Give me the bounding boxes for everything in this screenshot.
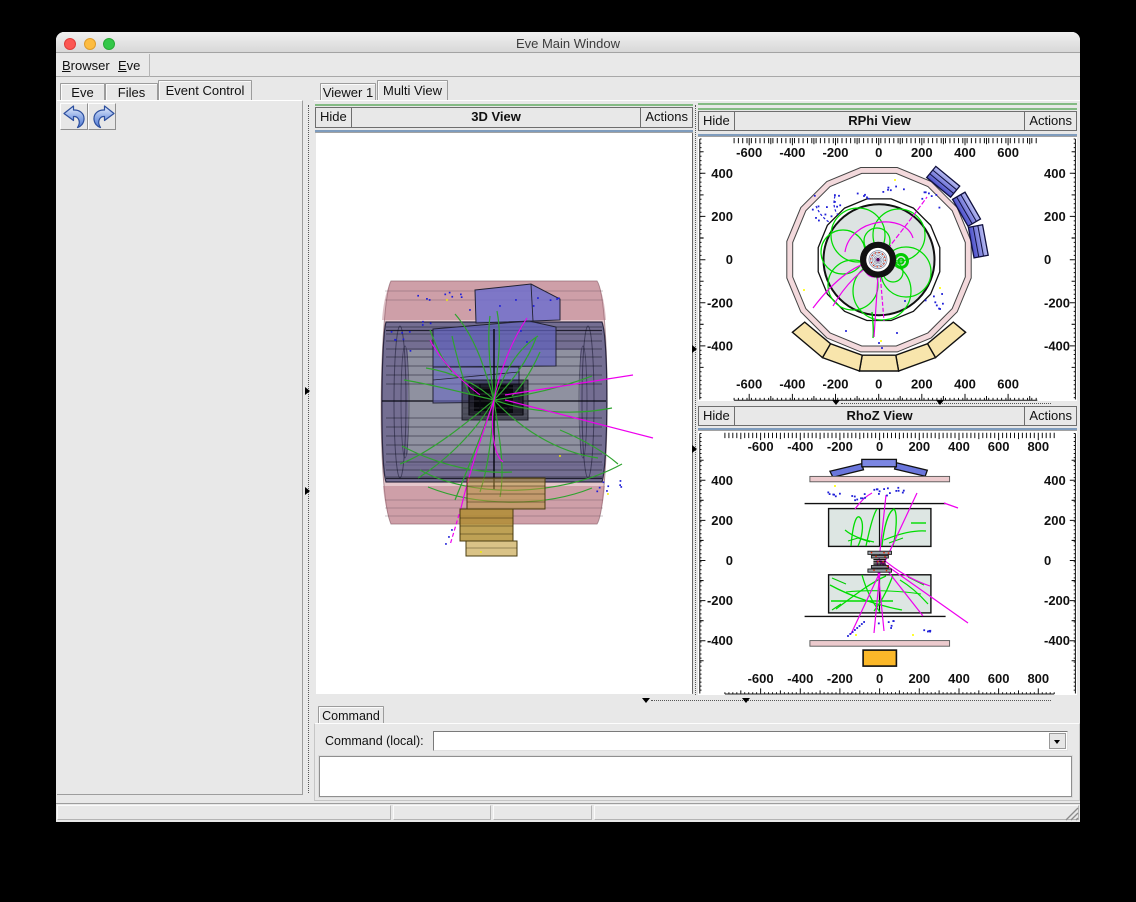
svg-text:-600: -600	[748, 439, 774, 454]
svg-text:600: 600	[997, 377, 1019, 392]
svg-text:-400: -400	[1044, 633, 1070, 648]
svg-text:-200: -200	[827, 671, 853, 686]
svg-text:-400: -400	[787, 439, 813, 454]
svg-text:-400: -400	[787, 671, 813, 686]
svg-text:-200: -200	[1044, 593, 1070, 608]
svg-text:-600: -600	[736, 377, 762, 392]
svg-text:-200: -200	[827, 439, 853, 454]
svg-text:-200: -200	[707, 593, 733, 608]
svg-text:-200: -200	[707, 295, 733, 310]
svg-text:0: 0	[726, 553, 733, 568]
svg-text:-400: -400	[779, 377, 805, 392]
svg-text:600: 600	[988, 671, 1010, 686]
svg-text:200: 200	[1044, 209, 1066, 224]
svg-text:400: 400	[948, 439, 970, 454]
svg-text:0: 0	[876, 671, 883, 686]
svg-text:0: 0	[876, 439, 883, 454]
svg-text:-600: -600	[748, 671, 774, 686]
svg-text:400: 400	[1044, 473, 1066, 488]
svg-text:400: 400	[1044, 166, 1066, 181]
svg-text:-400: -400	[1044, 338, 1070, 353]
svg-text:800: 800	[1027, 439, 1049, 454]
svg-text:0: 0	[875, 145, 882, 160]
svg-text:-600: -600	[736, 145, 762, 160]
svg-text:400: 400	[711, 473, 733, 488]
svg-text:0: 0	[1044, 252, 1051, 267]
svg-text:0: 0	[1044, 553, 1051, 568]
svg-text:0: 0	[875, 377, 882, 392]
svg-text:-400: -400	[707, 338, 733, 353]
svg-text:0: 0	[726, 252, 733, 267]
svg-text:-200: -200	[822, 377, 848, 392]
svg-text:-400: -400	[779, 145, 805, 160]
svg-text:600: 600	[988, 439, 1010, 454]
svg-text:600: 600	[997, 145, 1019, 160]
svg-text:-200: -200	[822, 145, 848, 160]
svg-text:-200: -200	[1044, 295, 1070, 310]
svg-text:200: 200	[711, 513, 733, 528]
svg-text:200: 200	[908, 671, 930, 686]
svg-text:200: 200	[1044, 513, 1066, 528]
svg-text:400: 400	[954, 145, 976, 160]
svg-text:200: 200	[911, 145, 933, 160]
svg-text:200: 200	[711, 209, 733, 224]
svg-text:-400: -400	[707, 633, 733, 648]
svg-text:800: 800	[1027, 671, 1049, 686]
svg-text:200: 200	[911, 377, 933, 392]
svg-text:400: 400	[711, 166, 733, 181]
svg-text:400: 400	[948, 671, 970, 686]
svg-text:400: 400	[954, 377, 976, 392]
svg-text:200: 200	[908, 439, 930, 454]
